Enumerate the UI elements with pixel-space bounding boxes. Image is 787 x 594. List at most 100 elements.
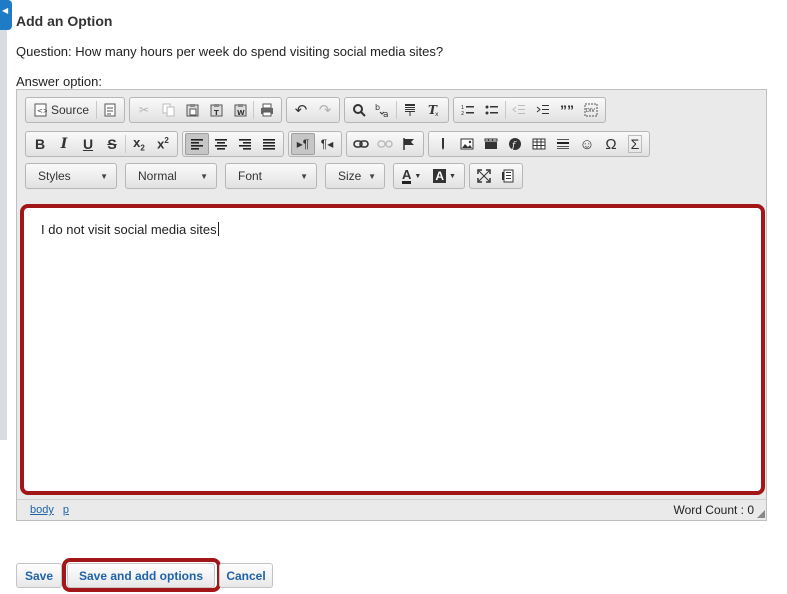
maximize-icon	[477, 169, 491, 183]
underline-button[interactable]: U	[76, 133, 100, 155]
chevron-down-icon: ▼	[414, 172, 422, 180]
maximize-button[interactable]	[472, 165, 496, 187]
print-button[interactable]	[255, 99, 279, 121]
rtl-icon: ¶◂	[320, 137, 334, 151]
svg-text:DIV: DIV	[586, 108, 595, 114]
text-direction-rtl-button[interactable]: ¶◂	[315, 133, 339, 155]
clipboard-icon	[186, 104, 199, 117]
cut-button[interactable]: ✂	[132, 99, 156, 121]
separator	[96, 101, 98, 119]
undo-icon: ↶	[294, 102, 308, 119]
svg-text:b: b	[375, 103, 380, 112]
special-char-button[interactable]: Ω	[599, 133, 623, 155]
align-right-button[interactable]	[233, 133, 257, 155]
direction-group: ▸¶ ¶◂	[288, 131, 342, 157]
bold-button[interactable]: B	[28, 133, 52, 155]
remove-format-button[interactable]: Tx	[422, 99, 446, 121]
flag-icon	[403, 138, 414, 150]
numbered-list-button[interactable]: 12	[456, 99, 480, 121]
superscript-button[interactable]: x2	[151, 133, 175, 155]
path-item-body[interactable]: body	[30, 504, 54, 516]
paste-word-button[interactable]: W	[228, 99, 252, 121]
background-color-button[interactable]: A ▼	[427, 165, 462, 187]
collapse-panel-tab[interactable]: ◀	[0, 0, 12, 30]
text-color-icon: A	[402, 166, 412, 184]
text-color-button[interactable]: A ▼	[396, 165, 427, 187]
select-all-icon	[405, 104, 416, 116]
svg-text:a: a	[383, 110, 389, 118]
select-all-button[interactable]	[398, 99, 422, 121]
path-item-p[interactable]: p	[63, 504, 69, 516]
tools-group	[468, 163, 523, 189]
element-path: body p	[30, 504, 78, 516]
insert-image-button[interactable]	[455, 133, 479, 155]
preview-button[interactable]	[98, 99, 122, 121]
color-group: A ▼ A ▼	[393, 163, 465, 189]
editor-text: I do not visit social media sites	[41, 222, 217, 237]
source-label: Source	[51, 103, 90, 117]
toolbar-row-1: <> Source ✂ T W ↶ ↷ b a T x 1 2 ”” DIV	[25, 97, 607, 123]
horizontal-line-icon	[557, 139, 569, 149]
find-button[interactable]	[347, 99, 371, 121]
unlink-button[interactable]	[373, 133, 397, 155]
redo-button[interactable]: ↷	[313, 99, 337, 121]
smiley-icon: ☺	[579, 135, 595, 153]
insert-media-button[interactable]	[479, 133, 503, 155]
replace-button[interactable]: ba	[371, 99, 395, 121]
link-button[interactable]	[349, 133, 373, 155]
align-left-button[interactable]	[185, 133, 209, 155]
copy-button[interactable]	[156, 99, 180, 121]
subscript-button[interactable]: x2	[127, 133, 151, 155]
source-button[interactable]: <> Source	[28, 99, 95, 121]
text-direction-ltr-button[interactable]: ▸¶	[291, 133, 315, 155]
italic-icon: I	[60, 136, 68, 152]
editor-content-area[interactable]: I do not visit social media sites	[20, 204, 765, 495]
anchor-button[interactable]	[397, 133, 421, 155]
div-container-button[interactable]: DIV	[579, 99, 603, 121]
show-blocks-button[interactable]	[496, 165, 520, 187]
replace-icon: ba	[375, 103, 389, 118]
bulleted-list-button[interactable]	[480, 99, 504, 121]
size-label: Size	[338, 169, 362, 183]
editor-paragraph: I do not visit social media sites	[41, 222, 219, 237]
align-center-button[interactable]	[209, 133, 233, 155]
show-blocks-icon	[501, 169, 514, 183]
insert-formula-button[interactable]: Σ	[623, 133, 647, 155]
question-text: Question: How many hours per week do spe…	[16, 44, 444, 59]
decrease-indent-button[interactable]	[507, 99, 531, 121]
insert-flash-button[interactable]: f	[503, 133, 527, 155]
insert-table-button[interactable]	[527, 133, 551, 155]
blockquote-button[interactable]: ””	[555, 99, 579, 121]
chevron-down-icon: ▼	[300, 171, 308, 181]
styles-dropdown[interactable]: Styles ▼	[25, 163, 117, 189]
resize-handle-icon[interactable]	[757, 510, 765, 518]
sigma-icon: Σ	[627, 135, 643, 153]
image-icon	[460, 138, 474, 150]
increase-indent-button[interactable]	[531, 99, 555, 121]
toolbar-row-2: B I U S x2 x2 ▸¶ ¶◂ f ☺ Ω Σ	[25, 131, 650, 157]
justify-button[interactable]	[257, 133, 281, 155]
separator	[396, 101, 398, 119]
smiley-button[interactable]: ☺	[575, 133, 599, 155]
toolbar-row-3: Styles ▼ Normal ▼ Font ▼ Size ▼ A ▼ A ▼	[25, 163, 523, 189]
insert-mathml-button[interactable]	[431, 133, 455, 155]
numbered-list-icon: 12	[461, 105, 475, 117]
size-dropdown[interactable]: Size ▼	[325, 163, 385, 189]
horizontal-rule-button[interactable]	[551, 133, 575, 155]
cancel-button[interactable]: Cancel	[219, 563, 273, 588]
paste-text-button[interactable]: T	[204, 99, 228, 121]
italic-button[interactable]: I	[52, 133, 76, 155]
paste-button[interactable]	[180, 99, 204, 121]
format-dropdown[interactable]: Normal ▼	[125, 163, 217, 189]
save-button[interactable]: Save	[16, 563, 62, 588]
basic-styles-group: B I U S x2 x2	[25, 131, 178, 157]
strikethrough-button[interactable]: S	[100, 133, 124, 155]
separator	[125, 135, 126, 153]
clapperboard-icon	[484, 138, 498, 149]
paste-text-icon: T	[210, 104, 223, 117]
undo-button[interactable]: ↶	[289, 99, 313, 121]
font-dropdown[interactable]: Font ▼	[225, 163, 317, 189]
find-group: ba Tx	[344, 97, 450, 123]
alignment-group	[182, 131, 284, 157]
omega-icon: Ω	[605, 135, 617, 153]
